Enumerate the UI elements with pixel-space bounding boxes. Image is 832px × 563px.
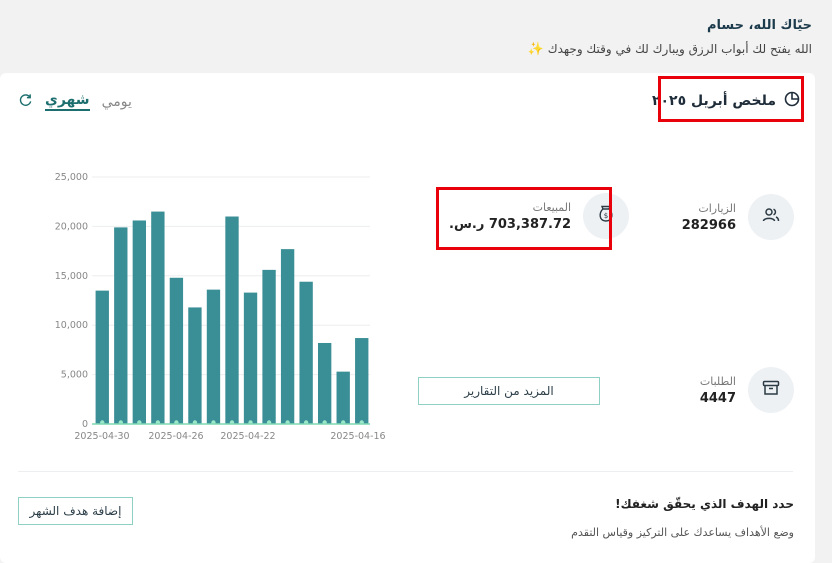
sales-bar-chart: 25,000 20,000 15,000 10,000 5,000 02025-04-30… [55, 172, 386, 442]
period-tabs: شهري يومي [18, 92, 132, 111]
y-tick-label: 15,000 [55, 271, 88, 282]
y-tick-label: 10,000 [55, 320, 88, 331]
chart-bar[interactable] [95, 290, 109, 424]
visits-value: 282966 [681, 217, 736, 233]
visits-icon-circle [748, 194, 794, 240]
refresh-icon[interactable] [18, 92, 33, 111]
divider [18, 471, 793, 472]
highlight-box-title [658, 76, 804, 122]
y-tick-label: 20,000 [55, 221, 88, 232]
goal-title: حدد الهدف الذي يحقّق شغفك! [615, 497, 794, 511]
add-monthly-goal-button[interactable]: إضافة هدف الشهر [18, 497, 133, 525]
chart-bar[interactable] [317, 342, 332, 424]
orders-label: الطلبات [699, 374, 736, 388]
x-tick-label: 2025-04-30 [74, 431, 129, 442]
chart-bar[interactable] [132, 220, 147, 424]
chart-bar[interactable] [262, 269, 276, 424]
greeting: حيّاك الله، حسام الله يفتح لك أبواب الرز… [528, 18, 812, 57]
orders-value: 4447 [699, 390, 736, 406]
chart-bar[interactable] [225, 216, 239, 424]
chart-bar[interactable] [206, 289, 221, 424]
orders-icon-circle [748, 367, 794, 413]
visits-stat: الزيارات 282966 [682, 194, 794, 240]
y-tick-label: 5,000 [61, 370, 88, 381]
chart-bar[interactable] [151, 211, 165, 424]
tab-daily[interactable]: يومي [102, 94, 132, 110]
goal-subtitle: وضع الأهداف يساعدك على التركيز وقياس الت… [571, 526, 794, 539]
x-tick-label: 2025-04-16 [330, 431, 385, 442]
chart-bar[interactable] [299, 281, 313, 424]
chart-bar[interactable] [169, 277, 184, 424]
x-tick-label: 2025-04-26 [148, 431, 203, 442]
chart-bar[interactable] [280, 249, 295, 424]
x-tick-label: 2025-04-22 [220, 431, 275, 442]
chart-bar[interactable] [336, 371, 350, 424]
tab-monthly[interactable]: شهري [45, 92, 90, 111]
y-tick-label: 0 [82, 419, 88, 430]
greeting-subtitle: الله يفتح لك أبواب الرزق ويبارك لك في وق… [528, 42, 812, 57]
y-tick-label: 25,000 [55, 172, 88, 183]
sparkle-icon: ✨ [527, 42, 544, 57]
chart-bar[interactable] [243, 292, 258, 424]
archive-box-icon [761, 378, 781, 402]
users-icon [761, 205, 781, 229]
orders-stat: الطلبات 4447 [700, 367, 794, 413]
chart-bar[interactable] [114, 227, 128, 424]
visits-label: الزيارات [698, 201, 736, 215]
chart-bar[interactable] [188, 307, 202, 424]
highlight-box-sales [436, 187, 612, 250]
chart-bar[interactable] [355, 338, 369, 424]
more-reports-button[interactable]: المزيد من التقارير [418, 377, 600, 405]
greeting-subtitle-text: الله يفتح لك أبواب الرزق ويبارك لك في وق… [547, 42, 812, 56]
greeting-title: حيّاك الله، حسام [707, 18, 812, 33]
